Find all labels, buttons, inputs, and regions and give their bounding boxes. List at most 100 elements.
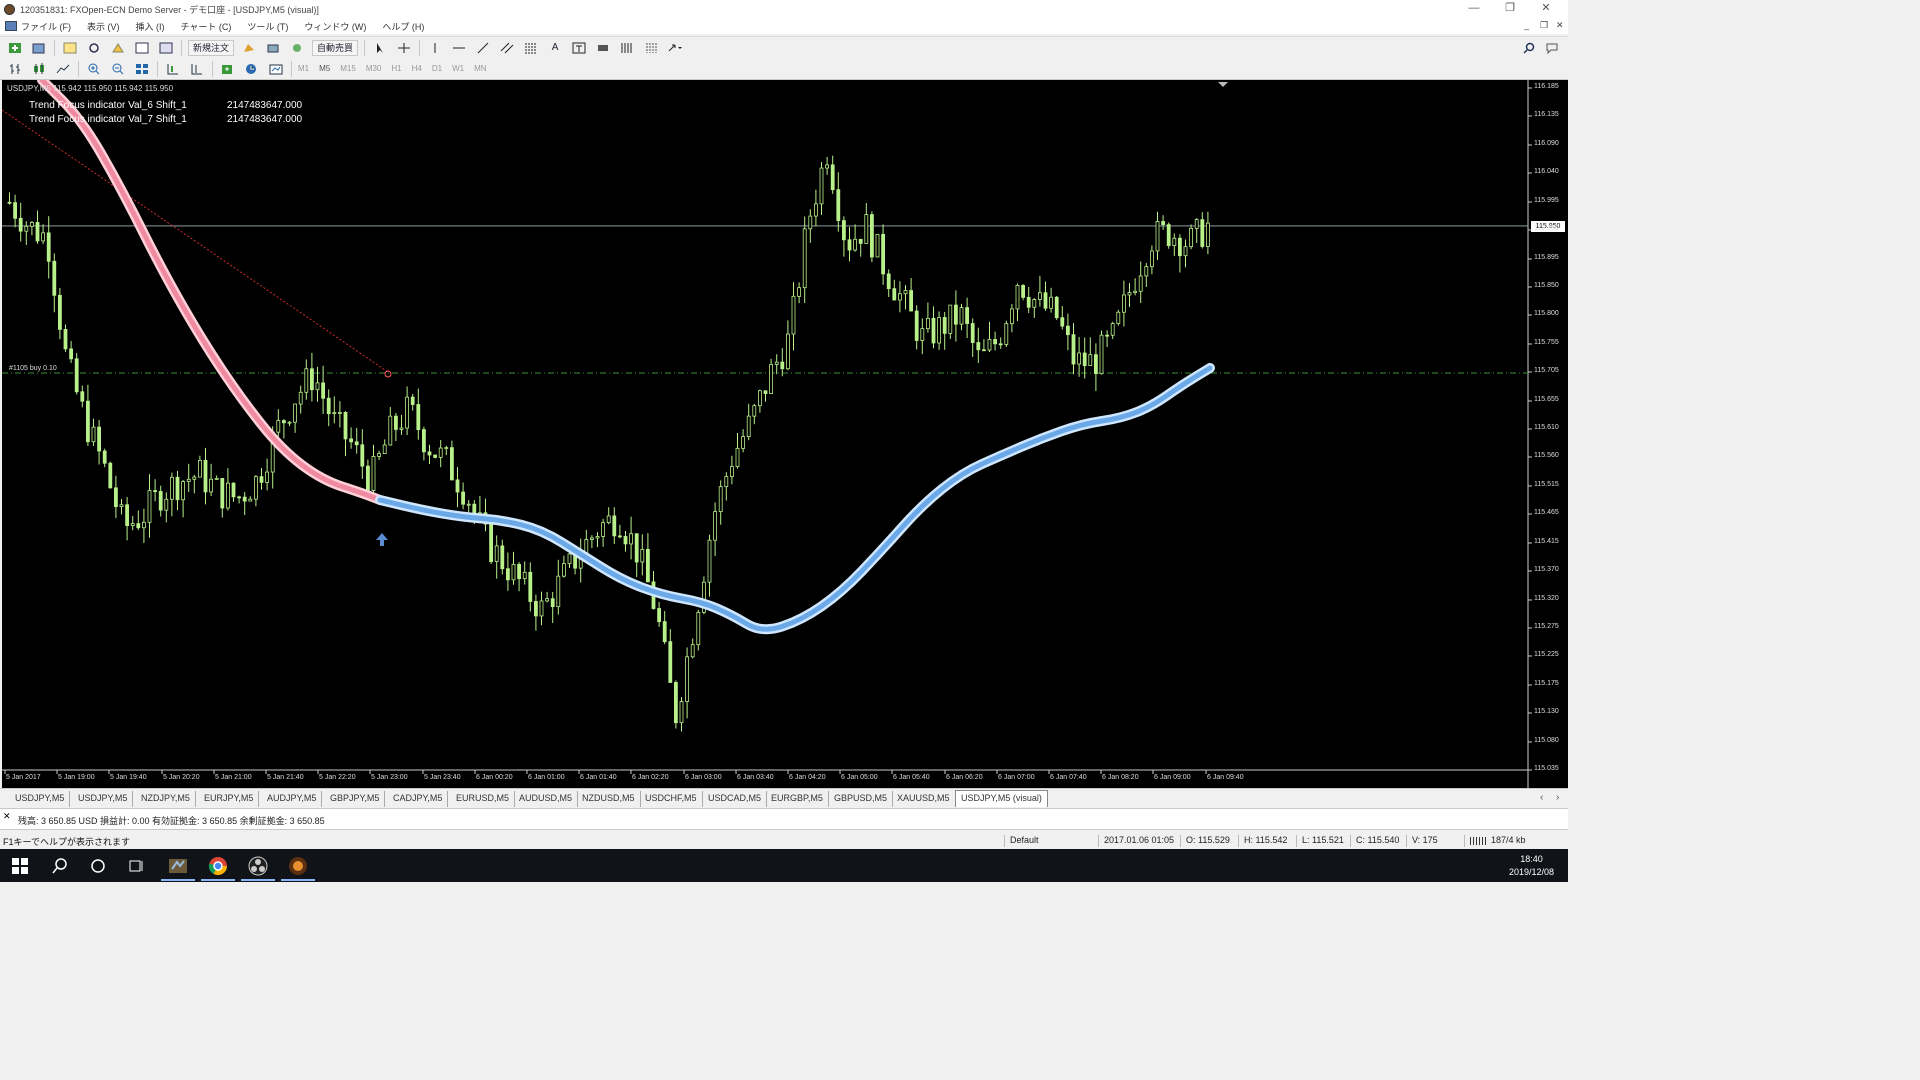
chart-tab[interactable]: XAUUSD,M5 [892, 791, 956, 807]
text-label-icon[interactable] [570, 40, 588, 56]
metatrader-taskbar-icon[interactable] [158, 849, 198, 882]
mdi-restore-button[interactable]: ❐ [1540, 20, 1548, 31]
chart-tab[interactable]: EURJPY,M5 [199, 791, 260, 807]
terminal-icon[interactable] [133, 40, 151, 56]
grid-lines-icon[interactable] [642, 40, 660, 56]
mdi-close-button[interactable]: ✕ [1556, 20, 1564, 31]
text-icon[interactable]: A [546, 40, 564, 56]
tabs-scroll-right-icon[interactable]: › [1556, 792, 1559, 803]
crosshair-icon[interactable] [395, 40, 413, 56]
new-order-button[interactable]: 新規注文 [188, 39, 235, 56]
zoom-out-icon[interactable] [109, 61, 127, 77]
arrows-icon[interactable] [666, 40, 684, 56]
chart-tab[interactable]: USDCAD,M5 [703, 791, 768, 807]
candle-body [225, 482, 230, 509]
candle-body [214, 478, 219, 480]
tile-windows-icon[interactable] [133, 61, 151, 77]
periodicity-icon[interactable] [243, 61, 261, 77]
menu-chart[interactable]: チャート (C) [181, 20, 232, 33]
cortana-icon[interactable] [78, 849, 118, 882]
maximize-button[interactable]: ❐ [1490, 0, 1530, 18]
market-icon[interactable] [264, 40, 282, 56]
timeframe-m5[interactable]: M5 [319, 64, 330, 73]
app-taskbar-icon[interactable] [278, 849, 318, 882]
bar-chart-icon[interactable] [6, 61, 24, 77]
candle-body [959, 307, 964, 325]
cursor-icon[interactable] [371, 40, 389, 56]
chart-tab[interactable]: AUDUSD,M5 [514, 791, 579, 807]
chat-icon[interactable] [1544, 40, 1562, 56]
chart-tab[interactable]: USDJPY,M5 (visual) [955, 790, 1048, 807]
horizontal-line-icon[interactable] [450, 40, 468, 56]
navigator-icon[interactable] [109, 40, 127, 56]
data-window-icon[interactable] [85, 40, 103, 56]
channel-icon[interactable] [498, 40, 516, 56]
rectangle-icon[interactable] [594, 40, 612, 56]
obs-icon[interactable] [238, 849, 278, 882]
auto-trading-button[interactable]: 自動売買 [312, 39, 359, 56]
chart-tab[interactable]: NZDJPY,M5 [136, 791, 196, 807]
menu-insert[interactable]: 挿入 (I) [136, 20, 165, 33]
menu-view[interactable]: 表示 (V) [87, 20, 120, 33]
signals-icon[interactable] [288, 40, 306, 56]
chart-tab[interactable]: AUDJPY,M5 [262, 791, 323, 807]
candle-body [590, 537, 594, 540]
chart-tab[interactable]: EURGBP,M5 [766, 791, 829, 807]
search-taskbar-icon[interactable] [40, 849, 80, 882]
chart-tab[interactable]: USDJPY,M5 [73, 791, 134, 807]
chart-tab[interactable]: EURUSD,M5 [451, 791, 516, 807]
close-button[interactable]: ✕ [1526, 0, 1566, 18]
timeframe-m1[interactable]: M1 [298, 64, 309, 73]
chart-tab[interactable]: NZDUSD,M5 [577, 791, 641, 807]
timeframe-h4[interactable]: H4 [412, 64, 422, 73]
fibonacci-icon[interactable] [522, 40, 540, 56]
chart-canvas [2, 80, 1532, 788]
candlestick-icon[interactable] [30, 61, 48, 77]
chart-tab[interactable]: USDCHF,M5 [640, 791, 703, 807]
new-chart-icon[interactable] [6, 40, 24, 56]
menu-window[interactable]: ウィンドウ (W) [304, 20, 366, 33]
chart-tab[interactable]: GBPUSD,M5 [829, 791, 894, 807]
chart-tab[interactable]: GBPJPY,M5 [325, 791, 386, 807]
timeframe-m15[interactable]: M15 [340, 64, 356, 73]
trendline-icon[interactable] [474, 40, 492, 56]
tester-icon[interactable] [157, 40, 175, 56]
zoom-in-icon[interactable] [85, 61, 103, 77]
tabs-scroll-left-icon[interactable]: ‹ [1540, 792, 1543, 803]
periods-icon[interactable] [618, 40, 636, 56]
market-watch-icon[interactable] [61, 40, 79, 56]
vertical-line-icon[interactable] [426, 40, 444, 56]
metaeditor-icon[interactable] [240, 40, 258, 56]
timeframe-d1[interactable]: D1 [432, 64, 442, 73]
terminal-close-icon[interactable]: ✕ [3, 811, 11, 822]
line-chart-icon[interactable] [54, 61, 72, 77]
mdi-minimize-button[interactable]: _ [1524, 20, 1529, 30]
candle-body [130, 523, 135, 526]
search-icon[interactable] [1520, 40, 1538, 56]
timeframe-m30[interactable]: M30 [366, 64, 382, 73]
menu-tools[interactable]: ツール (T) [247, 20, 288, 33]
candle-body [606, 515, 611, 524]
templates-icon[interactable] [267, 61, 285, 77]
windows-start-icon[interactable] [0, 849, 40, 882]
chart-tab[interactable]: USDJPY,M5 [10, 791, 71, 807]
price-chart[interactable]: USDJPY,M5 115.942 115.950 115.942 115.95… [2, 80, 1568, 788]
task-view-icon[interactable] [117, 849, 157, 882]
indicators-icon[interactable] [219, 61, 237, 77]
chart-tab[interactable]: CADJPY,M5 [388, 791, 449, 807]
chrome-icon[interactable] [198, 849, 238, 882]
candle-body [668, 641, 673, 683]
profiles-icon[interactable] [30, 40, 48, 56]
taskbar-clock[interactable]: 18:40 2019/12/08 [1509, 853, 1554, 879]
autoscroll-icon[interactable] [164, 61, 182, 77]
chart-shift-icon[interactable] [188, 61, 206, 77]
timeframe-h1[interactable]: H1 [391, 64, 401, 73]
menu-help[interactable]: ヘルプ (H) [382, 20, 424, 33]
chart-window-icon[interactable] [5, 21, 17, 31]
candle-body [1116, 311, 1121, 324]
minimize-button[interactable]: — [1454, 0, 1494, 18]
timeframe-w1[interactable]: W1 [452, 64, 464, 73]
y-tick-label: 115.080 [1534, 737, 1559, 744]
timeframe-mn[interactable]: MN [474, 64, 486, 73]
menu-file[interactable]: ファイル (F) [21, 20, 71, 33]
